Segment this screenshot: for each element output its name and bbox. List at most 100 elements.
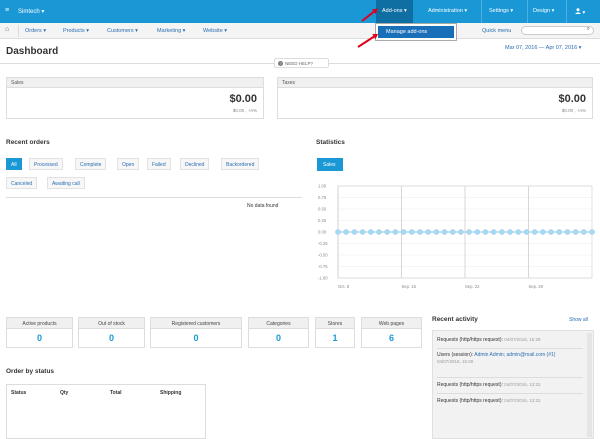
topmenu-design[interactable]: Design ▾ <box>533 8 554 14</box>
stat-value: 0 <box>36 333 42 343</box>
taxes-summary: Taxes $0.00 $0.00 , +n% <box>277 77 593 119</box>
y-tick-label: -0.25 <box>318 241 328 246</box>
y-tick-label: 0.50 <box>318 207 327 212</box>
tab-processed[interactable]: Processed <box>29 158 63 170</box>
activity-text: Requests (http/https request): <box>437 337 505 343</box>
x-tick-label: Sep. 15 <box>402 284 417 289</box>
store-selector[interactable]: Simtech ▾ <box>18 8 44 15</box>
stat-label: Categories <box>249 318 308 329</box>
tab-all[interactable]: All <box>6 158 22 170</box>
activity-item: Users (session): Admin Admin; admin@mail… <box>437 352 583 365</box>
data-point <box>523 229 530 235</box>
nav-customers[interactable]: Customers ▾ <box>107 28 138 34</box>
activity-time: 04/07/2016, 15:28 <box>504 337 541 342</box>
nav-marketing[interactable]: Marketing ▾ <box>157 28 185 34</box>
activity-divider <box>437 348 583 349</box>
need-help-label: NEED HELP? <box>285 61 314 66</box>
manage-addons-item[interactable]: Manage add-ons <box>378 26 454 38</box>
data-point <box>367 229 374 235</box>
no-data-message: No data found <box>247 203 279 209</box>
y-tick-label: -0.50 <box>318 253 328 258</box>
home-icon[interactable]: ⌂ <box>5 26 9 33</box>
topmenu-settings[interactable]: Settings ▾ <box>489 8 513 14</box>
page-title: Dashboard <box>6 46 59 57</box>
column-header-total: Total <box>110 390 122 396</box>
activity-text: Requests (http/https request): <box>437 382 505 388</box>
data-point <box>490 229 497 235</box>
statistics-title: Statistics <box>316 139 345 146</box>
stat-categories[interactable]: Categories 0 <box>248 317 309 348</box>
menu-divider <box>527 0 528 23</box>
stat-label: Active products <box>7 318 72 329</box>
menu-icon[interactable]: ≡ <box>5 7 9 14</box>
tab-backordered[interactable]: Backordered <box>221 158 260 170</box>
column-header-shipping: Shipping <box>160 390 182 396</box>
data-point <box>548 229 554 235</box>
stat-label: Out of stock <box>79 318 144 329</box>
nav-products[interactable]: Products ▾ <box>63 28 89 34</box>
y-tick-label: 0.25 <box>318 218 327 223</box>
user-menu-icon[interactable]: ▾ <box>575 8 585 16</box>
nav-orders[interactable]: Orders ▾ <box>25 28 46 34</box>
sales-summary: Sales $0.00 $0.00 , +n% <box>6 77 264 119</box>
taxes-amount: $0.00 <box>558 93 586 105</box>
activity-text: Users (session): <box>437 352 475 358</box>
orders-divider <box>6 197 302 198</box>
x-tick-label: Sep. 29 <box>529 284 544 289</box>
stat-label: Web pages <box>362 318 421 329</box>
stat-stores[interactable]: Stores 1 <box>315 317 355 348</box>
activity-time: 04/07/2016, 12:22 <box>504 398 541 403</box>
activity-item: Requests (http/https request): 04/07/201… <box>437 382 583 389</box>
sub-navbar: ⌂ Orders ▾ Products ▾ Customers ▾ Market… <box>0 23 600 39</box>
data-point <box>449 229 456 235</box>
data-point <box>441 229 448 235</box>
stat-value: 0 <box>108 333 114 343</box>
show-all-link[interactable]: Show all <box>569 317 588 323</box>
need-help-button[interactable]: ? NEED HELP? <box>274 58 329 68</box>
data-point <box>589 229 595 235</box>
tab-failed[interactable]: Failed <box>147 158 171 170</box>
search-input[interactable]: ⌕ <box>521 26 594 35</box>
data-point <box>433 229 440 235</box>
column-header-qty: Qty <box>60 390 69 396</box>
recent-activity-list: Requests (http/https request): 04/07/201… <box>432 330 594 439</box>
tab-open[interactable]: Open <box>117 158 140 170</box>
stat-label: Registered customers <box>151 318 241 329</box>
statistics-sales-tab[interactable]: Sales <box>317 158 343 171</box>
data-point <box>335 229 341 235</box>
data-point <box>581 229 587 235</box>
data-point <box>359 229 366 235</box>
stat-registered-customers[interactable]: Registered customers 0 <box>150 317 242 348</box>
recent-orders-title: Recent orders <box>6 139 50 146</box>
date-range-picker[interactable]: Mar 07, 2016 — Apr 07, 2016 ▾ <box>505 45 581 51</box>
addons-dropdown: Manage add-ons <box>375 23 457 41</box>
topmenu-addons[interactable]: Add-ons ▾ <box>376 0 413 23</box>
taxes-change: $0.00 , +n% <box>561 108 586 113</box>
stat-value: 0 <box>193 333 199 343</box>
menu-divider <box>566 0 567 23</box>
tab-complete[interactable]: Complete <box>75 158 107 170</box>
quick-menu-link[interactable]: Quick menu <box>482 28 511 34</box>
nav-divider <box>18 25 19 37</box>
stat-out-of-stock[interactable]: Out of stock 0 <box>78 317 145 348</box>
tab-awaiting-call[interactable]: Awaiting call <box>47 177 85 189</box>
data-point <box>482 229 489 235</box>
y-tick-label: 0.75 <box>318 195 327 200</box>
data-point <box>572 229 579 235</box>
y-tick-label: 1.00 <box>318 184 327 189</box>
stat-value: 0 <box>275 333 281 343</box>
recent-activity-title: Recent activity <box>432 316 478 323</box>
data-point <box>458 229 464 235</box>
tab-canceled[interactable]: Canceled <box>6 177 38 189</box>
nav-website[interactable]: Website ▾ <box>203 28 227 34</box>
tab-declined[interactable]: Declined <box>180 158 210 170</box>
activity-user-link[interactable]: Admin Admin; admin@mail.com (#1) <box>474 352 555 358</box>
statistics-chart: 1.00 0.75 0.50 0.25 0.00 -0.25 -0.50 -0.75 -1.00… <box>318 184 595 289</box>
topmenu-administration[interactable]: Administration ▾ <box>428 8 467 14</box>
stat-web-pages[interactable]: Web pages 6 <box>361 317 422 348</box>
data-point <box>499 229 505 235</box>
stat-active-products[interactable]: Active products 0 <box>6 317 73 348</box>
data-point <box>384 229 390 235</box>
data-point <box>425 229 431 235</box>
activity-scrollbar[interactable] <box>587 333 592 437</box>
